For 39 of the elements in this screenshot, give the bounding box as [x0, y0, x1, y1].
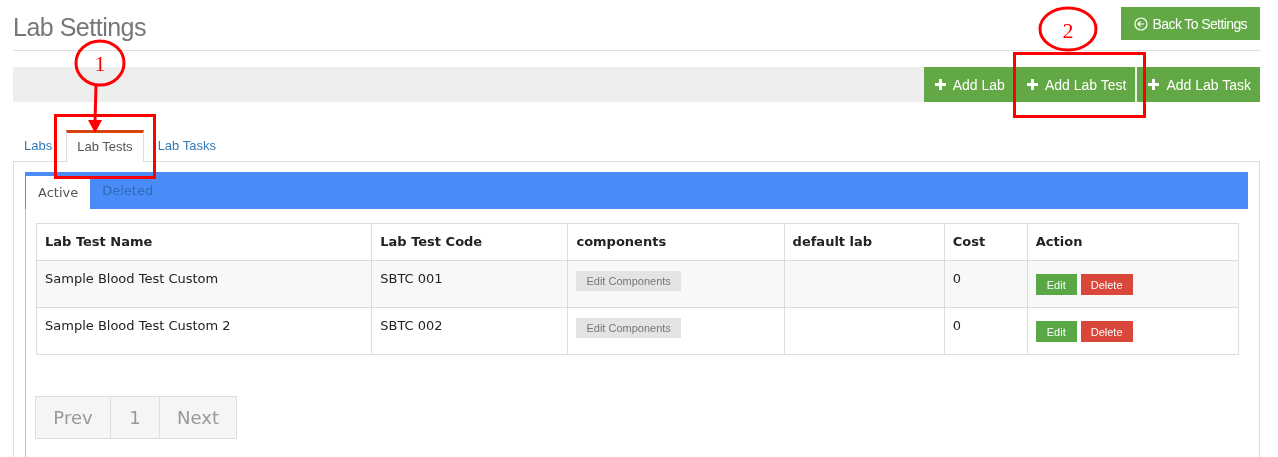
add-button[interactable]: Add Lab Task — [1137, 67, 1260, 102]
plus-icon — [934, 79, 946, 90]
edit-button[interactable]: Edit — [1035, 274, 1077, 295]
page-title: Lab Settings — [13, 13, 146, 42]
table-cell: Sample Blood Test Custom — [36, 260, 372, 308]
callout-arrow — [88, 84, 102, 133]
add-button[interactable]: Add Lab — [923, 67, 1014, 102]
back-button[interactable]: Back To Settings — [1120, 7, 1260, 40]
prev-button[interactable]: Prev — [35, 396, 111, 439]
callout-number: 1 — [94, 51, 106, 76]
edit-components-button[interactable]: Edit Components — [576, 271, 681, 291]
tab[interactable]: Lab Tasks — [146, 129, 227, 161]
add-button[interactable]: Add Lab Test — [1015, 67, 1136, 102]
column-header: components — [567, 223, 785, 261]
column-header: default lab — [784, 223, 945, 261]
column-header: Action — [1027, 223, 1239, 261]
table-cell: SBTC 002 — [371, 307, 568, 355]
tab[interactable]: Labs — [13, 129, 64, 161]
table-cell: SBTC 001 — [371, 260, 568, 308]
callout-circle — [74, 39, 126, 87]
delete-button[interactable]: Delete — [1080, 274, 1133, 295]
column-header: Lab Test Code — [371, 223, 568, 261]
table-cell: 0 — [944, 260, 1028, 308]
delete-button[interactable]: Delete — [1080, 321, 1133, 342]
column-header: Lab Test Name — [36, 223, 372, 261]
plus-icon — [1026, 79, 1038, 90]
edit-button[interactable]: Edit — [1035, 321, 1077, 342]
subtab[interactable]: Deleted — [90, 172, 166, 209]
plus-icon — [1148, 79, 1160, 90]
tab[interactable]: Lab Tests — [66, 130, 144, 162]
table-cell: Sample Blood Test Custom 2 — [36, 307, 372, 355]
table-cell: 0 — [944, 307, 1028, 355]
subtab[interactable]: Active — [25, 176, 91, 209]
next-button[interactable]: Next — [159, 396, 237, 439]
edit-components-button[interactable]: Edit Components — [576, 318, 681, 338]
callout-number: 2 — [1062, 18, 1074, 43]
column-header: Cost — [944, 223, 1028, 261]
page-button[interactable]: 1 — [110, 396, 160, 439]
callout-circle — [1038, 6, 1098, 52]
